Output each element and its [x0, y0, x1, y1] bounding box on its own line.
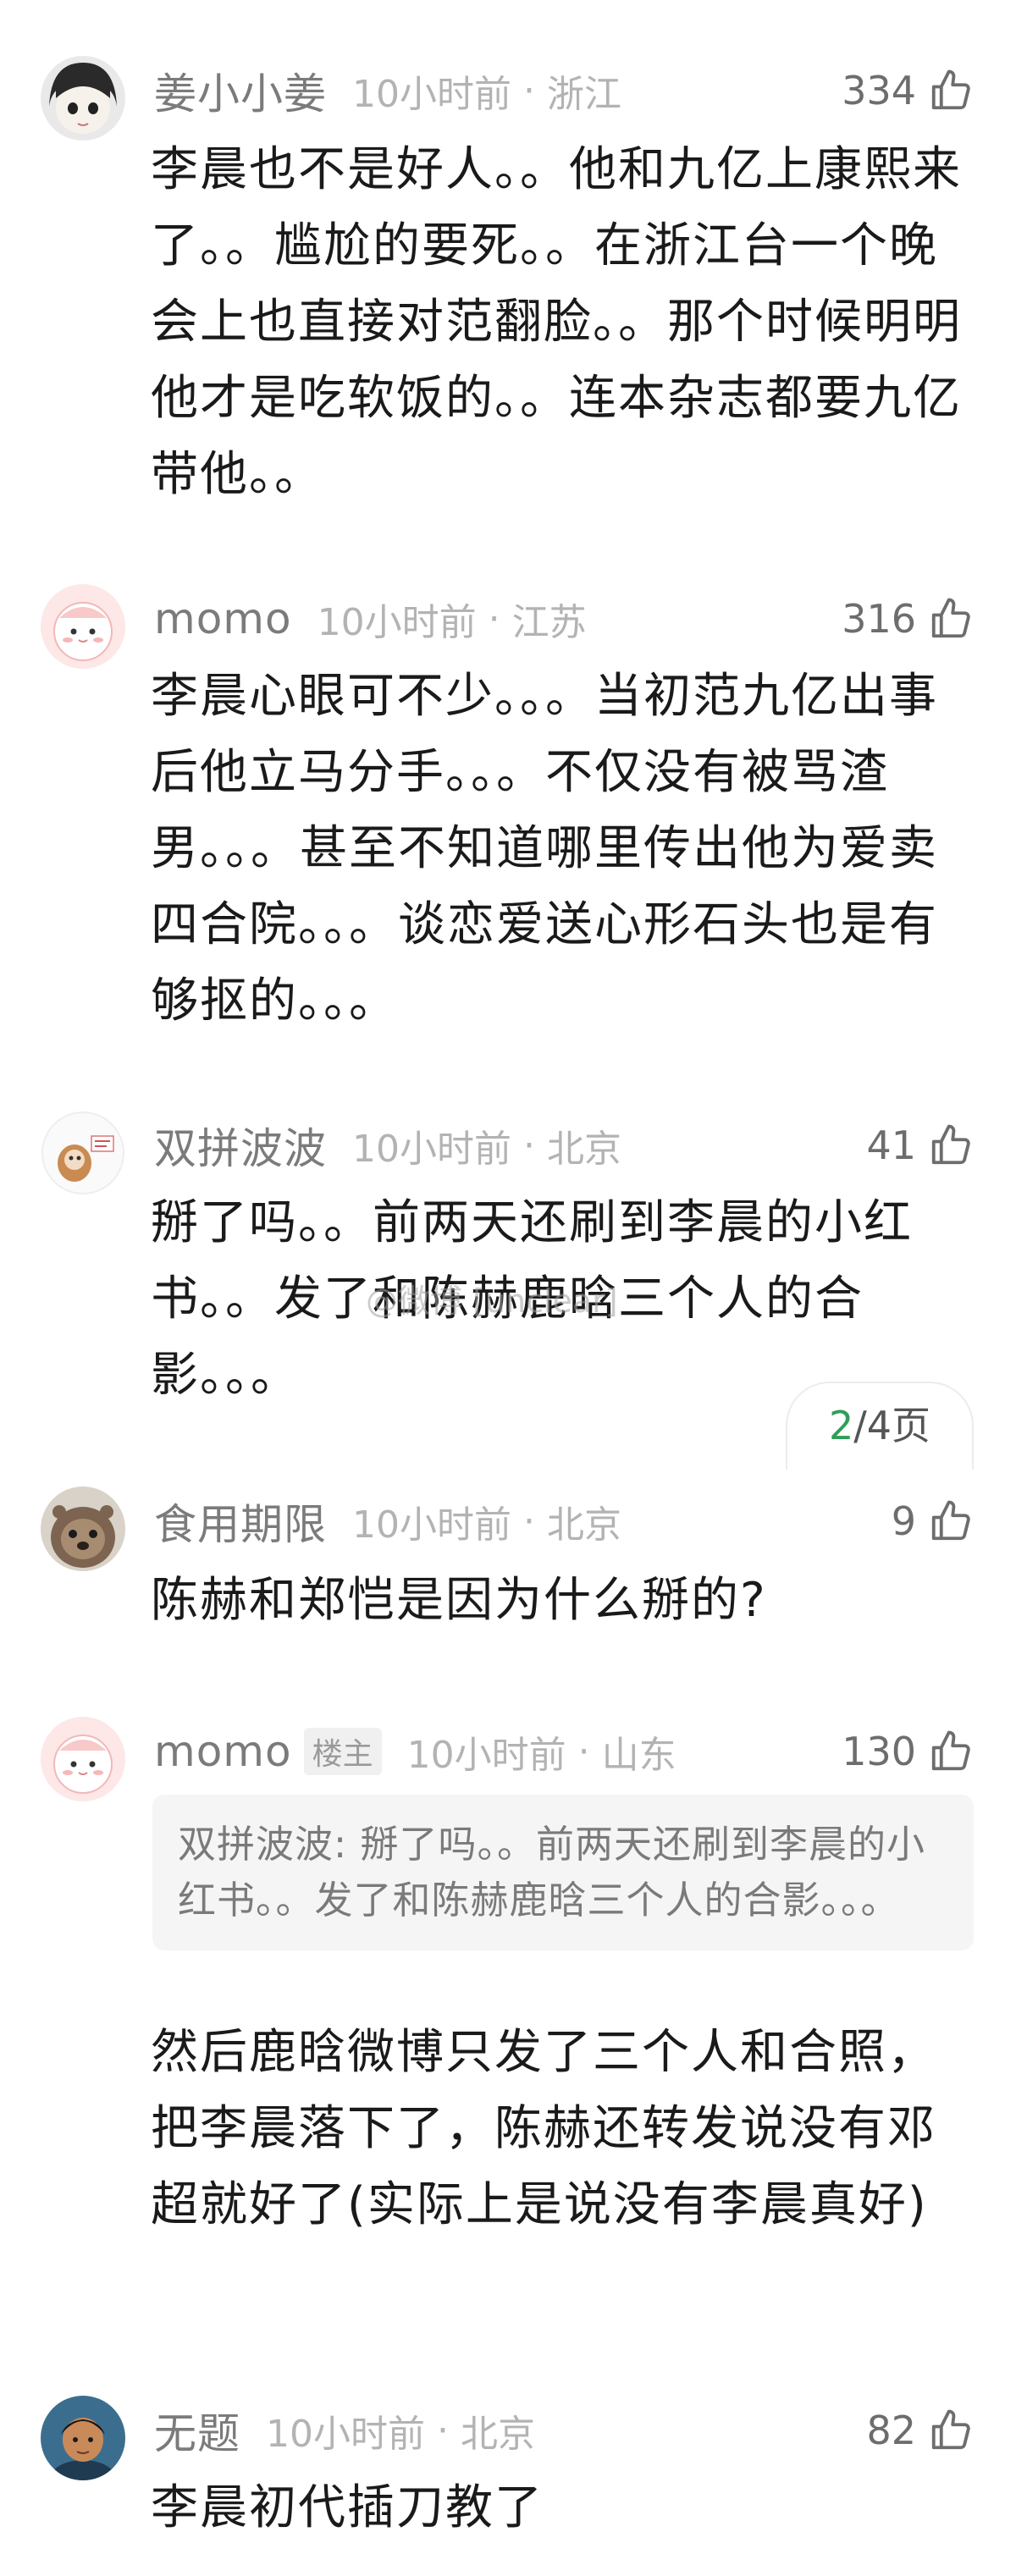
timestamp: 10小时前 [317, 601, 477, 644]
comment-meta: momo 10小时前 · 江苏 [154, 589, 587, 648]
username[interactable]: momo [154, 1727, 292, 1776]
like-count: 41 [866, 1123, 916, 1168]
username[interactable]: 姜小小姜 [154, 60, 327, 121]
username[interactable]: 食用期限 [154, 1491, 327, 1552]
quoted-reply[interactable]: 双拼波波: 掰了吗。。前两天还刷到李晨的小红书。。发了和陈赫鹿晗三个人的合影。。… [152, 1795, 974, 1950]
thumbs-up-icon [931, 69, 970, 110]
location: 山东 [601, 1734, 676, 1777]
like-count: 334 [842, 68, 916, 113]
page-indicator[interactable]: 2/4页 [786, 1382, 974, 1470]
thumbs-up-icon [931, 598, 970, 638]
username[interactable]: 双拼波波 [154, 1115, 327, 1176]
comment-text: 李晨心眼可不少。。。当初范九亿出事后他立马分手。。。不仅没有被骂渣男。。。甚至不… [151, 669, 938, 1029]
comment-meta: 食用期限 10小时前 · 北京 [154, 1492, 621, 1551]
thumbs-up-icon [931, 1124, 970, 1165]
timestamp: 10小时前 [352, 1503, 511, 1547]
timestamp: 10小时前 [352, 73, 511, 116]
comment-meta: momo 楼主 10小时前 · 山东 [154, 1722, 676, 1781]
username[interactable]: momo [154, 594, 292, 643]
comment-text: 陈赫和郑恺是因为什么掰的? [151, 1573, 767, 1628]
avatar[interactable] [41, 1111, 125, 1195]
separator-dot: · [437, 2408, 449, 2452]
op-badge: 楼主 [303, 1728, 382, 1775]
timestamp: 10小时前 [352, 1128, 511, 1171]
comment-text: 李晨也不是好人。。他和九亿上康熙来了。。尴尬的要死。。在浙江台一个晚会上也直接对… [151, 142, 962, 502]
thumbs-up-icon [931, 2409, 970, 2450]
watermark: @微博 [unclear] [366, 1282, 618, 1320]
like-button[interactable]: 334 [842, 61, 974, 120]
page-total: /4页 [853, 1403, 931, 1448]
thumbs-up-icon [931, 1500, 970, 1541]
location: 北京 [547, 1503, 621, 1547]
location: 浙江 [547, 73, 621, 116]
timestamp: 10小时前 [406, 1734, 566, 1777]
like-count: 82 [866, 2408, 916, 2453]
separator-dot: · [488, 597, 500, 641]
comment-meta: 双拼波波 10小时前 · 北京 [154, 1116, 621, 1175]
like-count: 316 [842, 596, 916, 642]
separator-dot: · [523, 1123, 535, 1167]
like-button[interactable]: 9 [892, 1492, 974, 1551]
like-button[interactable]: 130 [842, 1722, 974, 1781]
separator-dot: · [577, 1729, 590, 1773]
location: 北京 [547, 1128, 621, 1171]
comment-meta: 姜小小姜 10小时前 · 浙江 [154, 61, 621, 120]
comment-text: 然后鹿晗微博只发了三个人和合照，把李晨落下了，陈赫还转发说没有邓超就好了(实际上… [151, 2025, 936, 2232]
avatar[interactable] [41, 584, 125, 669]
username[interactable]: 无题 [154, 2400, 240, 2461]
avatar[interactable] [41, 1487, 125, 1571]
thumbs-up-icon [931, 1730, 970, 1771]
avatar[interactable] [41, 56, 125, 141]
like-button[interactable]: 41 [866, 1116, 974, 1175]
like-count: 9 [891, 1498, 916, 1544]
location: 江苏 [511, 601, 587, 644]
page-current: 2 [828, 1403, 854, 1448]
timestamp: 10小时前 [266, 2413, 425, 2456]
comment-text: 李晨初代插刀教了 [151, 2480, 544, 2535]
comment-meta: 无题 10小时前 · 北京 [154, 2401, 535, 2460]
separator-dot: · [523, 69, 535, 113]
location: 北京 [461, 2413, 535, 2456]
like-button[interactable]: 316 [842, 589, 974, 648]
separator-dot: · [523, 1499, 535, 1543]
like-button[interactable]: 82 [866, 2401, 974, 2460]
avatar[interactable] [41, 1717, 125, 1801]
like-count: 130 [842, 1729, 916, 1774]
avatar[interactable] [41, 2396, 125, 2480]
